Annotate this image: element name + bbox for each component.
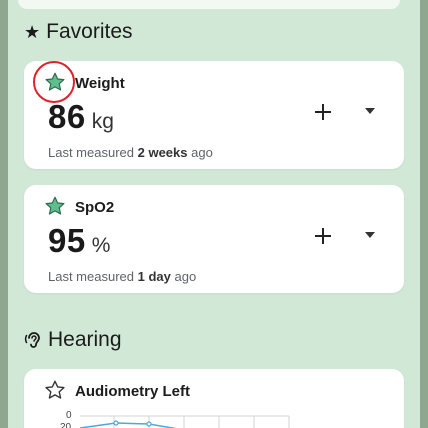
hearing-title: Hearing	[48, 328, 122, 351]
audiometry-left-card[interactable]: Audiometry Left 0 20	[24, 369, 404, 428]
ear-icon	[24, 332, 40, 348]
card-title: Audiometry Left	[75, 383, 191, 400]
spo2-card[interactable]: SpO2 95 % Last measured 1 day ago	[24, 185, 404, 293]
add-measurement-plus-icon[interactable]	[312, 101, 334, 123]
add-measurement-plus-icon[interactable]	[312, 225, 334, 247]
star-icon: ★	[24, 22, 41, 42]
weight-card[interactable]: Weight 86 kg Last measured 2 weeks ago	[24, 61, 404, 169]
measurement-value: 95 %	[48, 222, 110, 260]
audiogram-chart: 0 20	[44, 409, 304, 428]
measurement-value: 86 kg	[48, 98, 114, 136]
measured-suffix: ago	[191, 145, 213, 160]
favorites-title: Favorites	[46, 20, 133, 43]
expand-dropdown-icon[interactable]	[364, 107, 376, 115]
measured-period: 1 day	[137, 269, 171, 284]
card-title: Weight	[75, 75, 125, 92]
measured-prefix: Last measured	[48, 269, 134, 284]
audiogram-point	[146, 421, 152, 427]
hearing-header: Hearing	[24, 328, 122, 352]
value-number: 86	[48, 98, 86, 135]
previous-card-edge	[18, 0, 400, 9]
value-unit: kg	[91, 110, 114, 133]
value-unit: %	[91, 234, 111, 257]
value-number: 95	[48, 222, 86, 259]
audiogram-line	[79, 422, 177, 428]
favorite-star-icon[interactable]	[44, 71, 66, 93]
audiogram-point	[113, 420, 119, 426]
expand-dropdown-icon[interactable]	[364, 231, 376, 239]
favorite-star-outline-icon[interactable]	[44, 379, 66, 401]
health-panel: ★ Favorites Weight 86 kg Last measured 2…	[8, 0, 420, 428]
last-measured-text: Last measured 1 day ago	[48, 269, 196, 284]
favorite-star-icon[interactable]	[44, 195, 66, 217]
card-title: SpO2	[75, 199, 115, 216]
measured-suffix: ago	[174, 269, 197, 284]
favorites-header: ★ Favorites	[24, 20, 133, 44]
measured-period: 2 weeks	[137, 145, 188, 160]
audiogram-grid	[79, 415, 290, 428]
measured-prefix: Last measured	[48, 145, 134, 160]
last-measured-text: Last measured 2 weeks ago	[48, 145, 213, 160]
